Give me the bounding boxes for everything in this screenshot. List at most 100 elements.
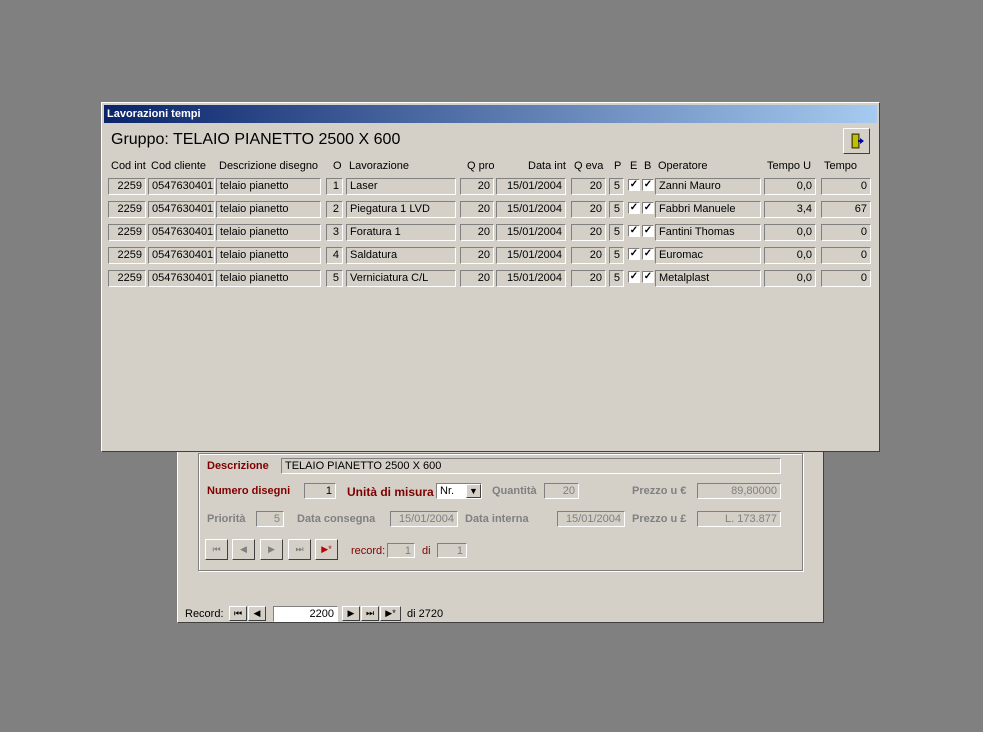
- data-int-cell[interactable]: 15/01/2004: [496, 201, 566, 218]
- tempo-cell[interactable]: 0: [821, 270, 871, 287]
- cod-int-cell[interactable]: 2259: [108, 224, 146, 241]
- col-tempo-u: Tempo U: [767, 160, 812, 172]
- b-checkbox[interactable]: ✓: [642, 271, 654, 283]
- operatore-cell[interactable]: Fantini Thomas: [655, 224, 761, 241]
- descrizione-cell[interactable]: telaio pianetto: [216, 224, 321, 241]
- ordine-cell[interactable]: 4: [326, 247, 343, 264]
- q-pro-cell[interactable]: 20: [460, 178, 494, 195]
- descrizione-cell[interactable]: telaio pianetto: [216, 178, 321, 195]
- record-total-field[interactable]: 1: [437, 543, 467, 558]
- recordbar-first-icon[interactable]: ⏮: [229, 606, 247, 621]
- lavorazione-cell[interactable]: Saldatura: [346, 247, 456, 264]
- tempo-u-cell[interactable]: 0,0: [764, 178, 816, 195]
- ordine-cell[interactable]: 5: [326, 270, 343, 287]
- previous-record-icon[interactable]: ◀: [232, 539, 255, 560]
- e-checkbox[interactable]: ✓: [628, 179, 640, 191]
- operatore-cell[interactable]: Metalplast: [655, 270, 761, 287]
- q-pro-cell[interactable]: 20: [460, 270, 494, 287]
- first-record-icon[interactable]: ⏮: [205, 539, 228, 560]
- tempo-cell[interactable]: 0: [821, 247, 871, 264]
- tempo-u-cell[interactable]: 0,0: [764, 224, 816, 241]
- descrizione-cell[interactable]: telaio pianetto: [216, 247, 321, 264]
- data-consegna-field[interactable]: 15/01/2004: [390, 511, 458, 527]
- ordine-cell[interactable]: 1: [326, 178, 343, 195]
- recordbar-last-icon[interactable]: ⏭: [361, 606, 379, 621]
- q-eva-cell[interactable]: 20: [571, 178, 606, 195]
- priorita-cell[interactable]: 5: [609, 224, 624, 241]
- next-record-icon[interactable]: ▶: [260, 539, 283, 560]
- operatore-cell[interactable]: Zanni Mauro: [655, 178, 761, 195]
- e-checkbox[interactable]: ✓: [628, 202, 640, 214]
- numero-disegni-field[interactable]: 1: [304, 483, 336, 499]
- q-pro-cell[interactable]: 20: [460, 201, 494, 218]
- cod-int-cell[interactable]: 2259: [108, 201, 146, 218]
- q-pro-cell[interactable]: 20: [460, 247, 494, 264]
- prezzo-euro-label: Prezzo u €: [632, 485, 687, 497]
- ordine-cell[interactable]: 2: [326, 201, 343, 218]
- last-record-icon[interactable]: ⏭: [288, 539, 311, 560]
- record-number-field[interactable]: 1: [387, 543, 415, 558]
- recordbar-current-field[interactable]: 2200: [273, 606, 338, 622]
- chevron-down-icon[interactable]: ▼: [466, 484, 481, 498]
- operatore-cell[interactable]: Fabbri Manuele: [655, 201, 761, 218]
- unita-misura-select[interactable]: Nr. ▼: [436, 483, 482, 499]
- e-checkbox[interactable]: ✓: [628, 248, 640, 260]
- priorita-cell[interactable]: 5: [609, 178, 624, 195]
- cod-cliente-cell[interactable]: 0547630401: [148, 270, 215, 287]
- tempo-u-cell[interactable]: 0,0: [764, 270, 816, 287]
- q-eva-cell[interactable]: 20: [571, 247, 606, 264]
- priorita-cell[interactable]: 5: [609, 247, 624, 264]
- data-interna-field[interactable]: 15/01/2004: [557, 511, 625, 527]
- data-int-cell[interactable]: 15/01/2004: [496, 270, 566, 287]
- cod-int-cell[interactable]: 2259: [108, 247, 146, 264]
- lavorazione-cell[interactable]: Laser: [346, 178, 456, 195]
- prezzo-euro-field[interactable]: 89,80000: [697, 483, 781, 499]
- tempo-cell[interactable]: 0: [821, 178, 871, 195]
- cod-cliente-cell[interactable]: 0547630401: [148, 201, 215, 218]
- prezzo-lire-field[interactable]: L. 173.877: [697, 511, 781, 527]
- descrizione-cell[interactable]: telaio pianetto: [216, 201, 321, 218]
- exit-button[interactable]: [843, 128, 870, 154]
- recordbar-next-icon[interactable]: ▶: [342, 606, 360, 621]
- cod-cliente-cell[interactable]: 0547630401: [148, 247, 215, 264]
- tempo-cell[interactable]: 0: [821, 224, 871, 241]
- cod-cliente-cell[interactable]: 0547630401: [148, 224, 215, 241]
- operatore-cell[interactable]: Euromac: [655, 247, 761, 264]
- lavorazione-cell[interactable]: Foratura 1: [346, 224, 456, 241]
- gruppo-label: Gruppo:: [111, 131, 169, 148]
- priorita-cell[interactable]: 5: [609, 270, 624, 287]
- lavorazione-cell[interactable]: Verniciatura C/L: [346, 270, 456, 287]
- priorita-cell[interactable]: 5: [609, 201, 624, 218]
- b-checkbox[interactable]: ✓: [642, 225, 654, 237]
- b-checkbox[interactable]: ✓: [642, 248, 654, 260]
- ordine-cell[interactable]: 3: [326, 224, 343, 241]
- data-int-cell[interactable]: 15/01/2004: [496, 247, 566, 264]
- q-eva-cell[interactable]: 20: [571, 224, 606, 241]
- lavorazioni-tempi-window: Lavorazioni tempi Gruppo: TELAIO PIANETT…: [101, 102, 880, 452]
- priorita-field[interactable]: 5: [256, 511, 284, 527]
- descrizione-field[interactable]: TELAIO PIANETTO 2500 X 600: [281, 458, 781, 474]
- recordbar-label: Record:: [185, 608, 224, 620]
- cod-int-cell[interactable]: 2259: [108, 270, 146, 287]
- b-checkbox[interactable]: ✓: [642, 202, 654, 214]
- tempo-u-cell[interactable]: 3,4: [764, 201, 816, 218]
- q-eva-cell[interactable]: 20: [571, 201, 606, 218]
- recordbar-new-icon[interactable]: ▶*: [380, 606, 401, 621]
- tempo-cell[interactable]: 67: [821, 201, 871, 218]
- q-eva-cell[interactable]: 20: [571, 270, 606, 287]
- cod-int-cell[interactable]: 2259: [108, 178, 146, 195]
- new-record-icon[interactable]: ▶*: [315, 539, 338, 560]
- lavorazione-cell[interactable]: Piegatura 1 LVD: [346, 201, 456, 218]
- e-checkbox[interactable]: ✓: [628, 271, 640, 283]
- tempo-u-cell[interactable]: 0,0: [764, 247, 816, 264]
- quantita-field[interactable]: 20: [544, 483, 579, 499]
- recordbar-prev-icon[interactable]: ◀: [248, 606, 266, 621]
- e-checkbox[interactable]: ✓: [628, 225, 640, 237]
- q-pro-cell[interactable]: 20: [460, 224, 494, 241]
- cod-cliente-cell[interactable]: 0547630401: [148, 178, 215, 195]
- descrizione-cell[interactable]: telaio pianetto: [216, 270, 321, 287]
- b-checkbox[interactable]: ✓: [642, 179, 654, 191]
- col-cod-cliente: Cod cliente: [151, 160, 207, 172]
- data-int-cell[interactable]: 15/01/2004: [496, 224, 566, 241]
- data-int-cell[interactable]: 15/01/2004: [496, 178, 566, 195]
